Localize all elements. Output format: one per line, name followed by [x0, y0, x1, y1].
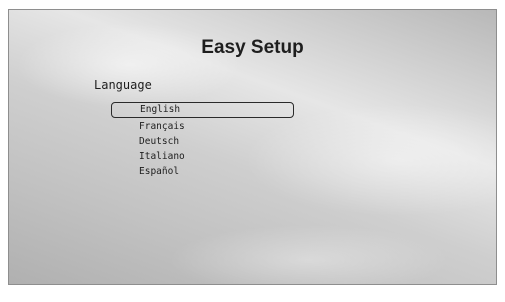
language-section-label: Language [94, 78, 152, 92]
setup-screen: Easy Setup Language English Français Deu… [8, 9, 497, 285]
language-option-italian[interactable]: Italiano [111, 149, 294, 164]
language-option-spanish[interactable]: Español [111, 164, 294, 179]
language-option-english[interactable]: English [111, 102, 294, 118]
language-option-german[interactable]: Deutsch [111, 134, 294, 149]
page-title: Easy Setup [201, 37, 304, 58]
language-option-french[interactable]: Français [111, 119, 294, 134]
language-list: English Français Deutsch Italiano Españo… [111, 102, 294, 179]
